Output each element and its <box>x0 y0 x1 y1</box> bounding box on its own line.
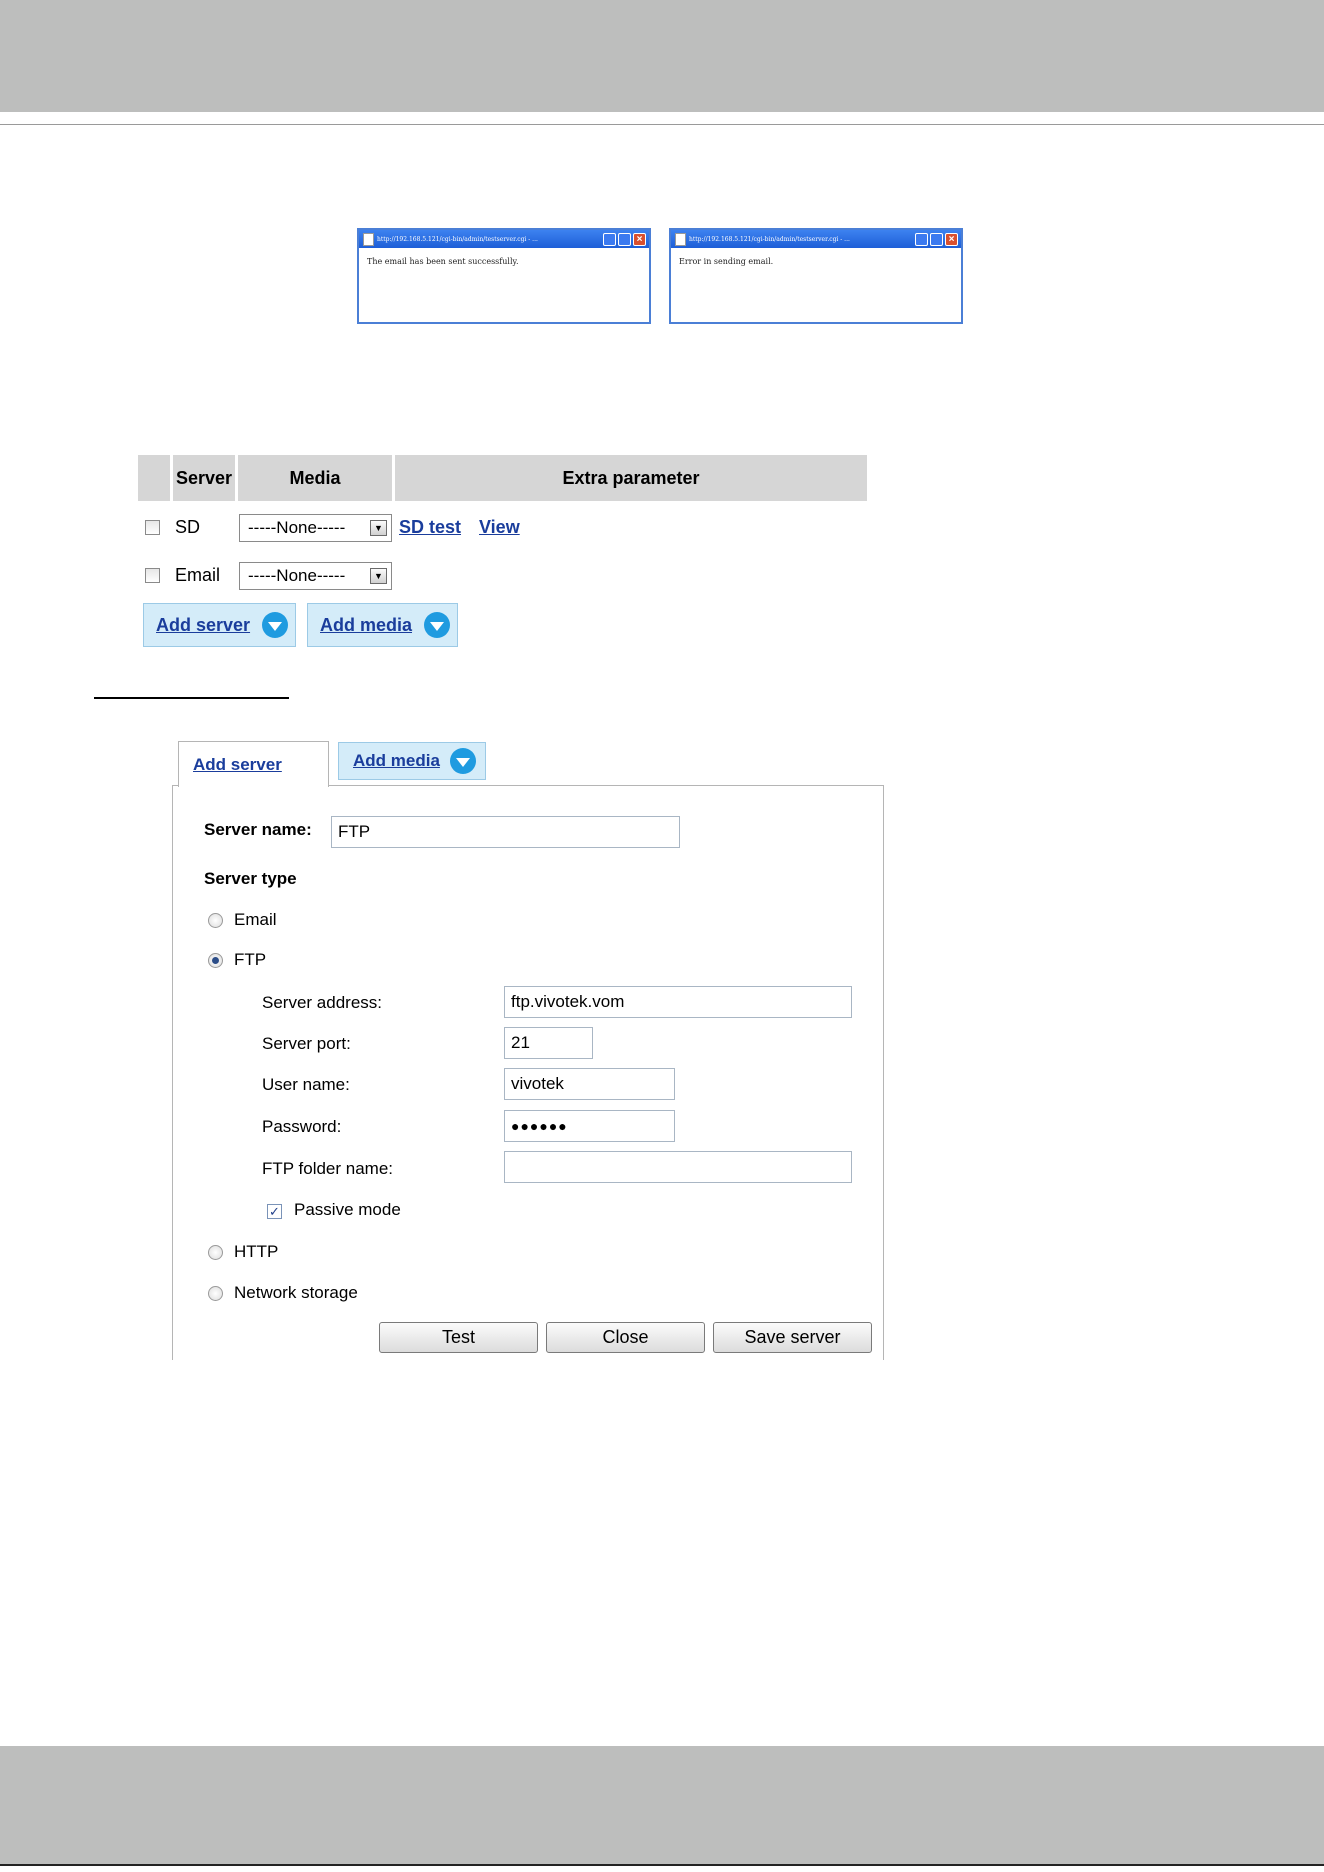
table-header-extra-parameter: Extra parameter <box>395 455 867 501</box>
chevron-down-icon <box>424 612 451 638</box>
radio-http-label: HTTP <box>234 1242 279 1261</box>
table-header-media: Media <box>238 455 392 501</box>
server-port-label: Server port: <box>262 1034 351 1053</box>
footer-line <box>0 1864 1324 1866</box>
email-row-checkbox[interactable] <box>145 568 160 583</box>
server-address-label: Server address: <box>262 993 382 1012</box>
popup-titlebar: http://192.168.5.121/cgi-bin/admin/tests… <box>359 230 649 248</box>
add-server-button[interactable]: Add server <box>143 603 296 647</box>
passive-mode-checkbox[interactable]: ✓ <box>267 1204 282 1219</box>
radio-http[interactable] <box>208 1245 223 1260</box>
close-icon[interactable]: × <box>633 232 646 246</box>
popup-message: The email has been sent successfully. <box>367 257 519 266</box>
server-name-label: Server name: <box>204 820 312 839</box>
sd-test-link[interactable]: SD test <box>399 517 461 538</box>
close-icon[interactable]: × <box>945 232 958 246</box>
user-name-label: User name: <box>262 1075 350 1094</box>
email-media-select[interactable]: -----None----- ▼ <box>239 562 392 590</box>
tab-add-media[interactable]: Add media <box>338 742 486 780</box>
chevron-down-icon: ▼ <box>370 520 387 536</box>
section-underline <box>94 697 289 699</box>
view-link[interactable]: View <box>479 517 520 538</box>
save-server-button[interactable]: Save server <box>713 1322 872 1353</box>
minimize-icon[interactable] <box>603 232 616 246</box>
page-icon <box>675 232 686 246</box>
radio-ftp-label: FTP <box>234 950 267 969</box>
passive-mode-label: Passive mode <box>294 1200 401 1219</box>
add-media-button[interactable]: Add media <box>307 603 458 647</box>
minimize-icon[interactable] <box>915 232 928 246</box>
maximize-icon[interactable] <box>930 232 943 246</box>
error-popup-window: http://192.168.5.121/cgi-bin/admin/tests… <box>669 228 963 324</box>
tab-add-server[interactable]: Add server <box>178 741 329 787</box>
popup-title: http://192.168.5.121/cgi-bin/admin/tests… <box>377 235 538 243</box>
ftp-folder-input[interactable] <box>504 1151 852 1183</box>
server-port-input[interactable]: 21 <box>504 1027 593 1059</box>
popup-titlebar: http://192.168.5.121/cgi-bin/admin/tests… <box>671 230 961 248</box>
table-header-server: Server <box>173 455 235 501</box>
maximize-icon[interactable] <box>618 232 631 246</box>
select-value: -----None----- <box>248 518 346 537</box>
test-button[interactable]: Test <box>379 1322 538 1353</box>
chevron-down-icon: ▼ <box>370 568 387 584</box>
server-type-label: Server type <box>204 869 297 888</box>
server-address-input[interactable]: ftp.vivotek.vom <box>504 986 852 1018</box>
add-server-label: Add server <box>156 614 251 635</box>
add-media-label: Add media <box>320 614 413 635</box>
password-input[interactable]: ●●●●●● <box>504 1110 675 1142</box>
success-popup-window: http://192.168.5.121/cgi-bin/admin/tests… <box>357 228 651 324</box>
server-name-sd: SD <box>175 517 201 537</box>
server-name-input[interactable]: FTP <box>331 816 680 848</box>
close-button[interactable]: Close <box>546 1322 705 1353</box>
tab-add-server-label: Add server <box>193 754 282 774</box>
page-icon <box>363 232 374 246</box>
chevron-down-icon <box>262 612 289 638</box>
sd-media-select[interactable]: -----None----- ▼ <box>239 514 392 542</box>
sd-row-checkbox[interactable] <box>145 520 160 535</box>
user-name-input[interactable]: vivotek <box>504 1068 675 1100</box>
ftp-folder-label: FTP folder name: <box>262 1159 394 1178</box>
popup-title: http://192.168.5.121/cgi-bin/admin/tests… <box>689 235 850 243</box>
radio-ftp[interactable] <box>208 953 223 968</box>
radio-email[interactable] <box>208 913 223 928</box>
server-name-email: Email <box>175 565 221 585</box>
radio-network-storage-label: Network storage <box>234 1283 358 1302</box>
header-divider <box>0 124 1324 125</box>
radio-email-label: Email <box>234 910 277 929</box>
footer-band <box>0 1746 1324 1864</box>
chevron-down-icon <box>449 748 476 774</box>
tab-add-media-label: Add media <box>353 751 440 770</box>
popup-message: Error in sending email. <box>679 257 774 266</box>
select-value: -----None----- <box>248 566 346 585</box>
password-label: Password: <box>262 1117 342 1136</box>
header-band <box>0 0 1324 112</box>
table-header-blank <box>138 455 170 501</box>
radio-network-storage[interactable] <box>208 1286 223 1301</box>
